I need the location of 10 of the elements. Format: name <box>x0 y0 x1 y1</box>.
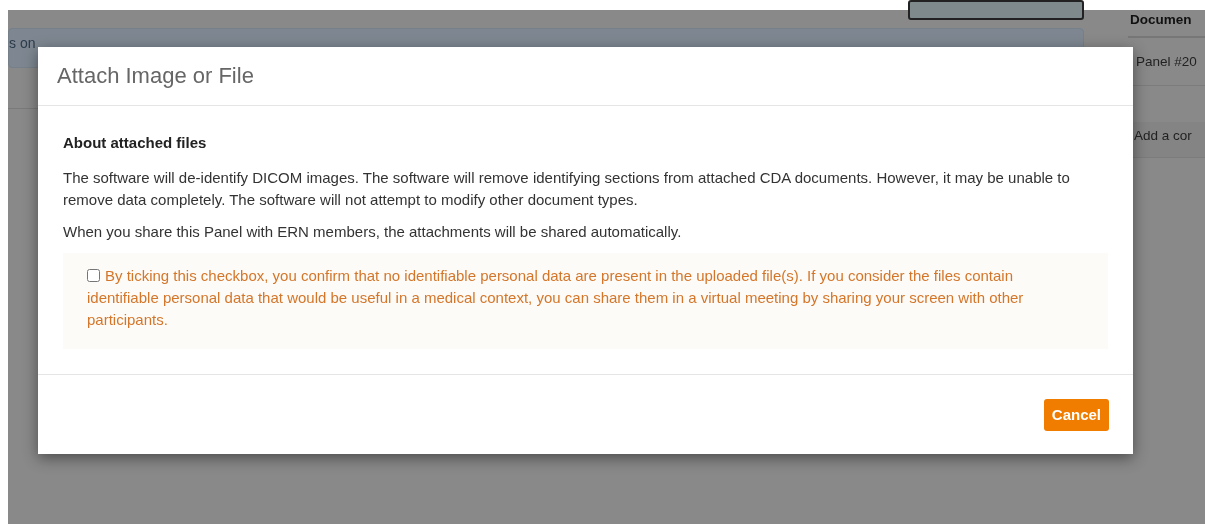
cancel-button[interactable]: Cancel <box>1043 398 1109 432</box>
attach-button-edge[interactable] <box>908 0 1084 20</box>
consent-checkbox[interactable] <box>87 268 100 282</box>
consent-label[interactable]: By ticking this checkbox, you confirm that no identifiable personal data are present in the uploaded file(s). If you consider the files contain identifiable personal data that would be useful in a medical context, you can share them in a virtual meeting by sharing your screen with other participants. <box>87 264 1084 331</box>
info-paragraph: The software will de-identify DICOM images. The software will remove identifying sections from attached CDA documents. However, it may be unable to remove data completely. The software will not attempt to modify other document types. <box>63 167 1071 210</box>
section-heading: About attached files <box>63 133 208 154</box>
dialog-title: Attach Image or File <box>57 63 255 90</box>
info-paragraph: When you share this Panel with ERN members, the attachments will be shared automatically. <box>63 221 683 242</box>
documents-heading: Documen <box>1128 10 1205 39</box>
notice-text: s on <box>9 35 36 51</box>
